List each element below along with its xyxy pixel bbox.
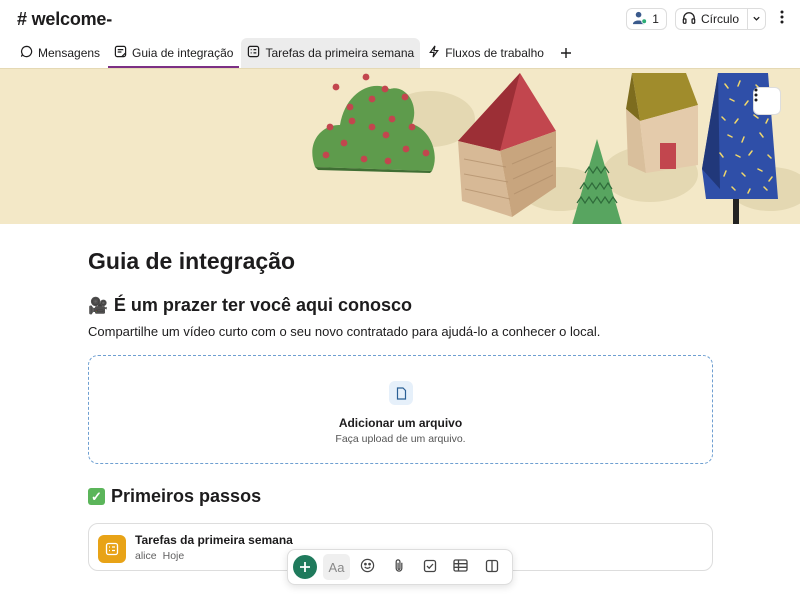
- banner-more-button[interactable]: [753, 87, 781, 115]
- channel-header: # welcome- 1 Círculo: [0, 0, 800, 38]
- member-count: 1: [652, 12, 659, 26]
- tab-label: Mensagens: [38, 46, 101, 60]
- emoji-button[interactable]: [354, 554, 381, 580]
- canvas-toolbar: Aa: [287, 549, 513, 585]
- headphones-icon: [682, 11, 696, 28]
- channel-more-button[interactable]: [774, 8, 790, 30]
- table-icon: [453, 559, 468, 575]
- table-button[interactable]: [447, 554, 474, 580]
- members-button[interactable]: 1: [626, 8, 667, 30]
- tab-onboarding-guide[interactable]: Guia de integração: [108, 38, 240, 68]
- canvas-banner: [0, 68, 800, 224]
- tab-messages[interactable]: Mensagens: [14, 38, 106, 68]
- header-actions: 1 Círculo: [626, 8, 790, 30]
- check-mark-icon: ✓: [88, 488, 105, 505]
- tab-label: Fluxos de trabalho: [445, 46, 544, 60]
- tab-label: Tarefas da primeira semana: [265, 46, 415, 60]
- section-heading-welcome[interactable]: 🎥 É um prazer ter você aqui conosco: [88, 295, 412, 316]
- user-avatar-icon: [632, 10, 648, 28]
- list-icon: [98, 535, 126, 563]
- card-date: Hoje: [162, 550, 185, 562]
- page-title[interactable]: Guia de integração: [88, 248, 295, 275]
- card-meta: alice Hoje: [135, 550, 184, 562]
- file-icon: [389, 381, 413, 405]
- section-heading-text: Primeiros passos: [111, 486, 262, 506]
- card-author: alice: [135, 550, 157, 562]
- add-tab-button[interactable]: [552, 38, 580, 68]
- list-icon: [247, 45, 260, 61]
- huddle-start[interactable]: Círculo: [676, 9, 747, 29]
- insert-button[interactable]: [293, 555, 317, 579]
- huddle-options-button[interactable]: [747, 9, 765, 29]
- upload-title: Adicionar um arquivo: [338, 416, 463, 430]
- huddle-button[interactable]: Círculo: [674, 8, 766, 30]
- plus-icon: [560, 43, 572, 64]
- lightning-icon: [428, 45, 440, 61]
- section-heading-text: É um prazer ter você aqui conosco: [113, 295, 413, 315]
- columns-icon: [485, 559, 499, 576]
- channel-title[interactable]: # welcome-: [17, 9, 112, 30]
- attach-button[interactable]: [385, 554, 412, 580]
- text-format-button[interactable]: Aa: [323, 554, 350, 580]
- tab-workflows[interactable]: Fluxos de trabalho: [422, 38, 550, 68]
- plus-icon: [299, 557, 311, 578]
- channel-tabs: Mensagens Guia de integração Tarefas da …: [0, 38, 800, 68]
- checkbox-icon: [423, 559, 437, 576]
- checklist-button[interactable]: [416, 554, 443, 580]
- huddle-label: Círculo: [700, 12, 739, 26]
- file-upload-dropzone[interactable]: Adicionar um arquivo Faça upload de um a…: [88, 355, 713, 464]
- video-camera-emoji: 🎥: [88, 297, 108, 315]
- card-title: Tarefas da primeira semana: [135, 533, 293, 547]
- message-icon: [20, 45, 33, 61]
- section-heading-first-steps[interactable]: ✓ Primeiros passos: [88, 486, 261, 507]
- banner-illustration: [312, 73, 800, 224]
- emoji-icon: [360, 558, 375, 576]
- canvas-icon: [114, 45, 127, 61]
- tab-label: Guia de integração: [132, 46, 234, 60]
- upload-subtitle: Faça upload de um arquivo.: [335, 433, 466, 445]
- tab-first-week-tasks[interactable]: Tarefas da primeira semana: [241, 38, 421, 68]
- layout-button[interactable]: [478, 554, 505, 580]
- vertical-ellipsis-icon: [780, 10, 784, 29]
- chevron-down-icon: [752, 12, 761, 26]
- section-paragraph[interactable]: Compartilhe um vídeo curto com o seu nov…: [88, 324, 600, 339]
- paperclip-icon: [392, 558, 406, 576]
